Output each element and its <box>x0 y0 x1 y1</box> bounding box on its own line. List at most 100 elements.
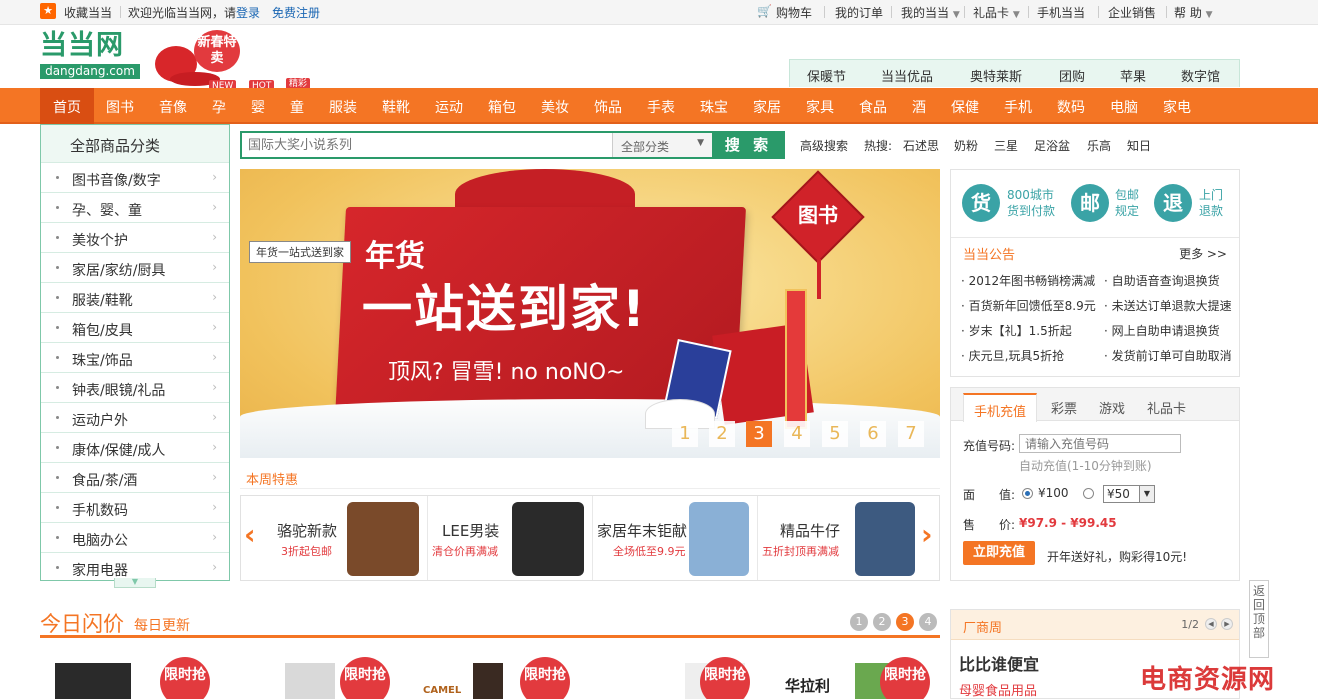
deal-card[interactable]: 家居年末钜献 全场低至9.9元 <box>593 496 758 580</box>
sub-nav-item[interactable]: 当当优品 <box>881 66 933 85</box>
sub-nav-item[interactable]: 团购 <box>1059 66 1085 85</box>
sub-nav-item[interactable]: 保暖节 <box>807 66 846 85</box>
news-item[interactable]: · 发货前订单可自助取消 <box>1104 347 1232 364</box>
deal-card[interactable]: 骆驼新款 3折起包邮 <box>263 496 428 580</box>
category-item[interactable]: 运动户外 › <box>41 402 229 432</box>
recharge-button[interactable]: 立即充值 <box>963 541 1035 565</box>
hot-word[interactable]: 乐高 <box>1087 137 1111 154</box>
flash-page-4[interactable]: 4 <box>919 613 937 631</box>
nav-item[interactable]: 饰品 <box>594 97 622 117</box>
news-item[interactable]: · 网上自助申请退换货 <box>1104 322 1220 339</box>
site-logo[interactable]: 当当网 dangdang.com <box>40 31 142 83</box>
hero-banner[interactable]: 年货一站式送到家 年货 一站送到家! 顶风? 冒雪! no noNO~ 图书 <box>240 169 940 458</box>
nav-item[interactable]: 童 <box>290 97 304 117</box>
gift-card-link[interactable]: 礼品卡 ▼ <box>973 4 1020 21</box>
hot-word[interactable]: 石述思 <box>903 137 939 154</box>
category-item[interactable]: 电脑办公 › <box>41 522 229 552</box>
nav-item[interactable]: 珠宝 <box>700 97 728 117</box>
enterprise-link[interactable]: 企业销售 <box>1108 4 1156 21</box>
hot-word[interactable]: 三星 <box>994 137 1018 154</box>
nav-item[interactable]: 美妆 <box>541 97 569 117</box>
news-item[interactable]: · 百货新年回馈低至8.9元 <box>961 297 1096 314</box>
banner-page-3[interactable]: 3 <box>746 421 772 447</box>
favorite-link[interactable]: 收藏当当 <box>64 4 112 21</box>
nav-item[interactable]: 手表 <box>647 97 675 117</box>
flash-page-3[interactable]: 3 <box>896 613 914 631</box>
category-item[interactable]: 美妆个护 › <box>41 222 229 252</box>
category-item[interactable]: 图书音像/数字 › <box>41 162 229 192</box>
category-item[interactable]: 珠宝/饰品 › <box>41 342 229 372</box>
phone-number-input[interactable] <box>1019 434 1181 453</box>
news-item[interactable]: · 自助语音查询退换货 <box>1104 272 1220 289</box>
nav-item[interactable]: 家电 <box>1163 97 1191 117</box>
cod-text[interactable]: 800城市 货到付款 <box>1007 187 1055 219</box>
news-item[interactable]: · 庆元旦,玩具5折抢 <box>961 347 1064 364</box>
nav-item[interactable]: 保健 <box>951 97 979 117</box>
category-item[interactable]: 箱包/皮具 › <box>41 312 229 342</box>
nav-item[interactable]: 音像 <box>159 97 187 117</box>
nav-item[interactable]: 酒 <box>912 97 926 117</box>
star-icon[interactable]: ★ <box>40 3 56 19</box>
search-input[interactable] <box>248 135 608 155</box>
nav-item[interactable]: 箱包 <box>488 97 516 117</box>
nav-item[interactable]: 数码 <box>1057 97 1085 117</box>
tab-gift-card[interactable]: 礼品卡 <box>1147 398 1186 417</box>
category-item[interactable]: 手机数码 › <box>41 492 229 522</box>
search-category-select[interactable]: 全部分类 ▼ <box>612 133 712 157</box>
news-item[interactable]: · 2012年图书畅销榜满减 <box>961 272 1095 289</box>
factory-headline[interactable]: 比比谁便宜 <box>959 651 1039 675</box>
more-link[interactable]: 更多 >> <box>1179 245 1227 262</box>
nav-item[interactable]: 孕 <box>212 97 226 117</box>
sub-nav-item[interactable]: 奥特莱斯 <box>970 66 1022 85</box>
chevron-right-icon[interactable]: › <box>921 518 933 551</box>
category-item[interactable]: 家用电器 › <box>41 552 229 580</box>
next-arrow-icon[interactable]: ▶ <box>1221 618 1233 630</box>
recharge-promo[interactable]: 开年送好礼，购彩得10元! <box>1047 548 1187 565</box>
category-item[interactable]: 服装/鞋靴 › <box>41 282 229 312</box>
register-link[interactable]: 免费注册 <box>272 4 320 21</box>
refund-text[interactable]: 上门 退款 <box>1199 187 1223 219</box>
flash-page-2[interactable]: 2 <box>873 613 891 631</box>
tab-mobile-recharge[interactable]: 手机充值 <box>963 393 1038 422</box>
tab-games[interactable]: 游戏 <box>1099 398 1125 417</box>
nav-item[interactable]: 手机 <box>1004 97 1032 117</box>
flash-card[interactable]: CAMEL 限时抢 <box>415 657 575 699</box>
login-link[interactable]: 登录 <box>236 4 260 21</box>
cart-link[interactable]: 购物车 <box>776 4 812 21</box>
search-button[interactable]: 搜 索 <box>712 131 785 159</box>
new-year-sale-badge[interactable]: 新春特卖 <box>150 26 250 86</box>
category-item[interactable]: 孕、婴、童 › <box>41 192 229 222</box>
banner-page-6[interactable]: 6 <box>860 421 886 447</box>
news-item[interactable]: · 未送达订单退款大提速 <box>1104 297 1232 314</box>
category-item[interactable]: 家居/家纺/厨具 › <box>41 252 229 282</box>
advanced-search-link[interactable]: 高级搜索 <box>800 137 848 154</box>
banner-page-4[interactable]: 4 <box>784 421 810 447</box>
nav-item[interactable]: 运动 <box>435 97 463 117</box>
orders-link[interactable]: 我的订单 <box>835 4 883 21</box>
tab-lottery[interactable]: 彩票 <box>1051 398 1077 417</box>
sub-nav-item[interactable]: 苹果 <box>1120 66 1146 85</box>
nav-item[interactable]: 鞋靴 <box>382 97 410 117</box>
value-radio-100[interactable] <box>1022 488 1033 499</box>
nav-item[interactable]: 服装 <box>329 97 357 117</box>
flash-card[interactable]: 华拉利 限时抢 限时抢 <box>595 657 935 699</box>
banner-page-7[interactable]: 7 <box>898 421 924 447</box>
flash-card[interactable]: 限时抢 <box>55 657 215 699</box>
help-link[interactable]: 帮 助 ▼ <box>1174 4 1213 21</box>
nav-item[interactable]: 婴 <box>251 97 265 117</box>
hot-word[interactable]: 奶粉 <box>954 137 978 154</box>
nav-item[interactable]: 家具 <box>806 97 834 117</box>
hot-word[interactable]: 足浴盆 <box>1034 137 1070 154</box>
flash-card[interactable]: 限时抢 <box>235 657 395 699</box>
shipping-text[interactable]: 包邮 规定 <box>1115 187 1139 219</box>
category-item[interactable]: 钟表/眼镜/礼品 › <box>41 372 229 402</box>
value-radio-custom[interactable] <box>1083 488 1094 499</box>
nav-item[interactable]: 家居 <box>753 97 781 117</box>
deal-card[interactable]: LEE男装 清仓价再满减 <box>428 496 593 580</box>
sub-nav-item[interactable]: 数字馆 <box>1181 66 1220 85</box>
category-item[interactable]: 食品/茶/酒 › <box>41 462 229 492</box>
flash-page-1[interactable]: 1 <box>850 613 868 631</box>
value-select[interactable]: ¥50 ▼ <box>1103 485 1155 503</box>
my-dangdang-link[interactable]: 我的当当 ▼ <box>901 4 960 21</box>
nav-item[interactable]: 电脑 <box>1110 97 1138 117</box>
